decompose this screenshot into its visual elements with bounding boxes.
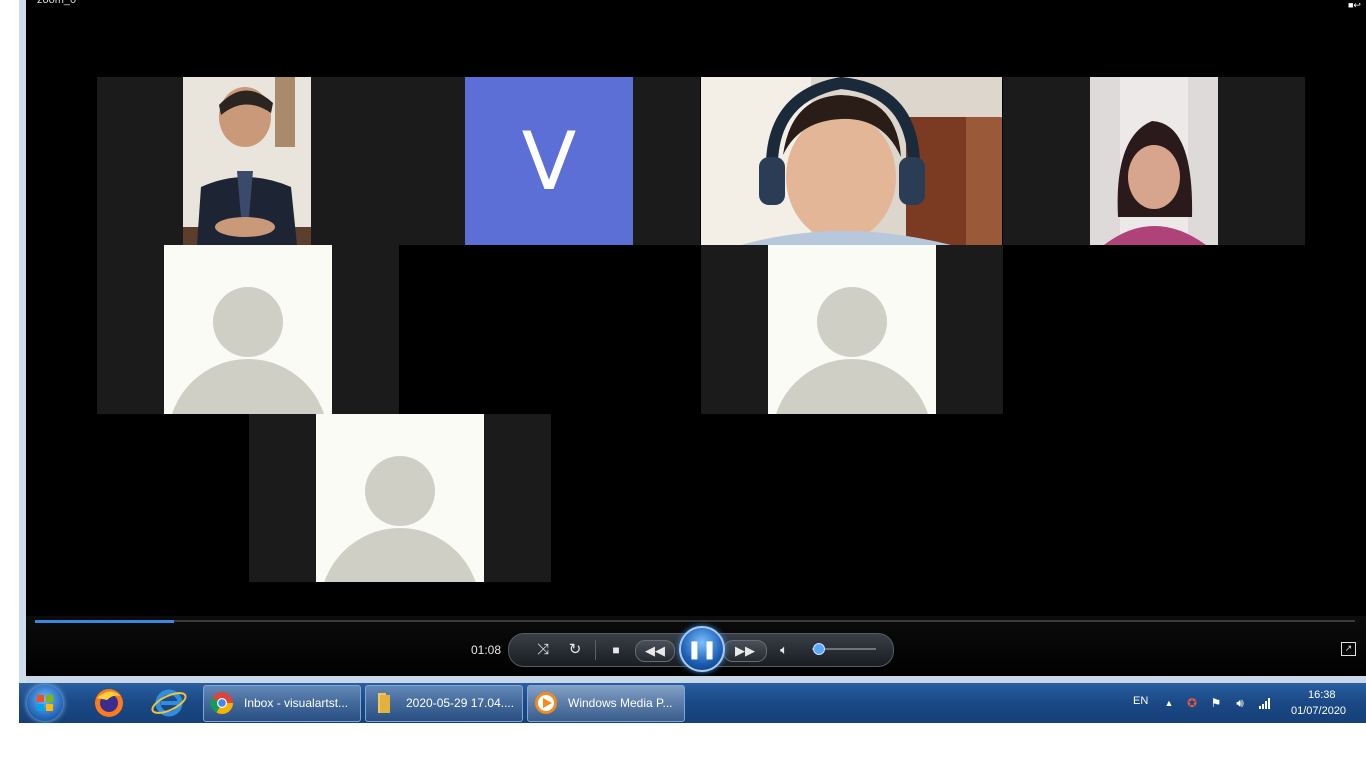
pause-button[interactable]: ❚❚ bbox=[679, 626, 725, 672]
boy-in-suit-image bbox=[183, 77, 311, 245]
default-avatar bbox=[164, 245, 332, 414]
network-signal-icon[interactable] bbox=[1258, 696, 1272, 710]
player-controls: 01:08 ⤨ ↻ ■ ◀◀ ▶▶ 🔈︎ ❚❚ ↗ bbox=[26, 616, 1366, 676]
volume-icon[interactable]: 🔊︎ bbox=[1233, 696, 1247, 710]
restore-icon[interactable]: ■↩ bbox=[1348, 0, 1362, 10]
language-indicator[interactable]: EN bbox=[1133, 695, 1148, 707]
participant-tile[interactable] bbox=[249, 414, 551, 582]
window-frame bbox=[19, 0, 26, 683]
taskbar-item-chrome[interactable]: Inbox - visualartst... bbox=[203, 685, 361, 722]
participant-tile[interactable] bbox=[701, 77, 1002, 245]
pause-icon: ❚❚ bbox=[686, 638, 718, 659]
avatar-body-shape bbox=[772, 359, 932, 414]
clock-time[interactable]: 16:38 bbox=[1308, 689, 1336, 701]
avatar-head-shape bbox=[817, 287, 887, 357]
internet-explorer-icon bbox=[151, 689, 187, 717]
next-segment: ▶▶ bbox=[723, 640, 767, 662]
seek-progress bbox=[35, 620, 174, 623]
mute-icon[interactable]: 🔈︎ bbox=[773, 641, 795, 659]
taskbar-item-media-player[interactable]: Windows Media P... bbox=[527, 685, 685, 722]
start-button[interactable] bbox=[27, 685, 63, 721]
media-player-icon bbox=[535, 692, 557, 714]
internet-explorer-pinned[interactable] bbox=[149, 686, 189, 720]
previous-segment: ◀◀ bbox=[635, 640, 675, 662]
avatar-body-shape bbox=[168, 359, 328, 414]
clock-date[interactable]: 01/07/2020 bbox=[1291, 705, 1346, 717]
seek-bar[interactable] bbox=[35, 620, 1355, 623]
participant-initial: V bbox=[521, 114, 577, 208]
switch-to-library-icon[interactable]: ↗ bbox=[1341, 642, 1356, 656]
network-shield-icon[interactable]: ✪ bbox=[1185, 696, 1199, 710]
shuffle-icon[interactable]: ⤨ bbox=[532, 641, 554, 659]
taskbar: Inbox - visualartst... 2020-05-29 17.04.… bbox=[19, 683, 1366, 723]
next-icon[interactable]: ▶▶ bbox=[734, 642, 756, 660]
participant-tile[interactable] bbox=[97, 77, 397, 245]
taskbar-item-label: Windows Media P... bbox=[568, 696, 673, 710]
participant-video bbox=[1090, 77, 1218, 245]
divider bbox=[595, 640, 596, 660]
taskbar-item-folder[interactable]: 2020-05-29 17.04.... bbox=[365, 685, 523, 722]
repeat-icon[interactable]: ↻ bbox=[564, 641, 586, 659]
firefox-pinned[interactable] bbox=[89, 686, 129, 720]
windows-logo-icon bbox=[37, 695, 53, 711]
video-area[interactable]: zoom_0 ■↩ V bbox=[26, 0, 1366, 616]
previous-icon[interactable]: ◀◀ bbox=[644, 642, 666, 660]
participant-tile[interactable]: V bbox=[397, 77, 700, 245]
participant-tile[interactable] bbox=[701, 245, 1003, 414]
boy-with-headphones-image bbox=[701, 77, 1002, 245]
participant-tile[interactable] bbox=[1003, 77, 1305, 245]
avatar-head-shape bbox=[365, 456, 435, 526]
default-avatar bbox=[316, 414, 484, 582]
avatar-head-shape bbox=[213, 287, 283, 357]
participant-video bbox=[701, 77, 1002, 245]
folder-icon bbox=[378, 693, 390, 713]
action-center-icon[interactable]: ⚑ bbox=[1209, 696, 1223, 710]
default-avatar bbox=[768, 245, 936, 414]
participant-video bbox=[183, 77, 311, 245]
show-hidden-icons-icon[interactable]: ▲ bbox=[1162, 696, 1176, 710]
participant-tile[interactable] bbox=[97, 245, 399, 414]
stop-icon[interactable]: ■ bbox=[605, 641, 627, 659]
taskbar-item-label: Inbox - visualartst... bbox=[244, 696, 349, 710]
elapsed-time: 01:08 bbox=[471, 643, 502, 657]
taskbar-item-label: 2020-05-29 17.04.... bbox=[406, 696, 515, 710]
video-title: zoom_0 bbox=[37, 0, 77, 6]
chrome-icon bbox=[210, 692, 233, 714]
avatar-body-shape bbox=[320, 528, 480, 582]
initial-avatar: V bbox=[465, 77, 633, 245]
woman-image bbox=[1090, 77, 1218, 245]
firefox-icon bbox=[95, 689, 123, 717]
